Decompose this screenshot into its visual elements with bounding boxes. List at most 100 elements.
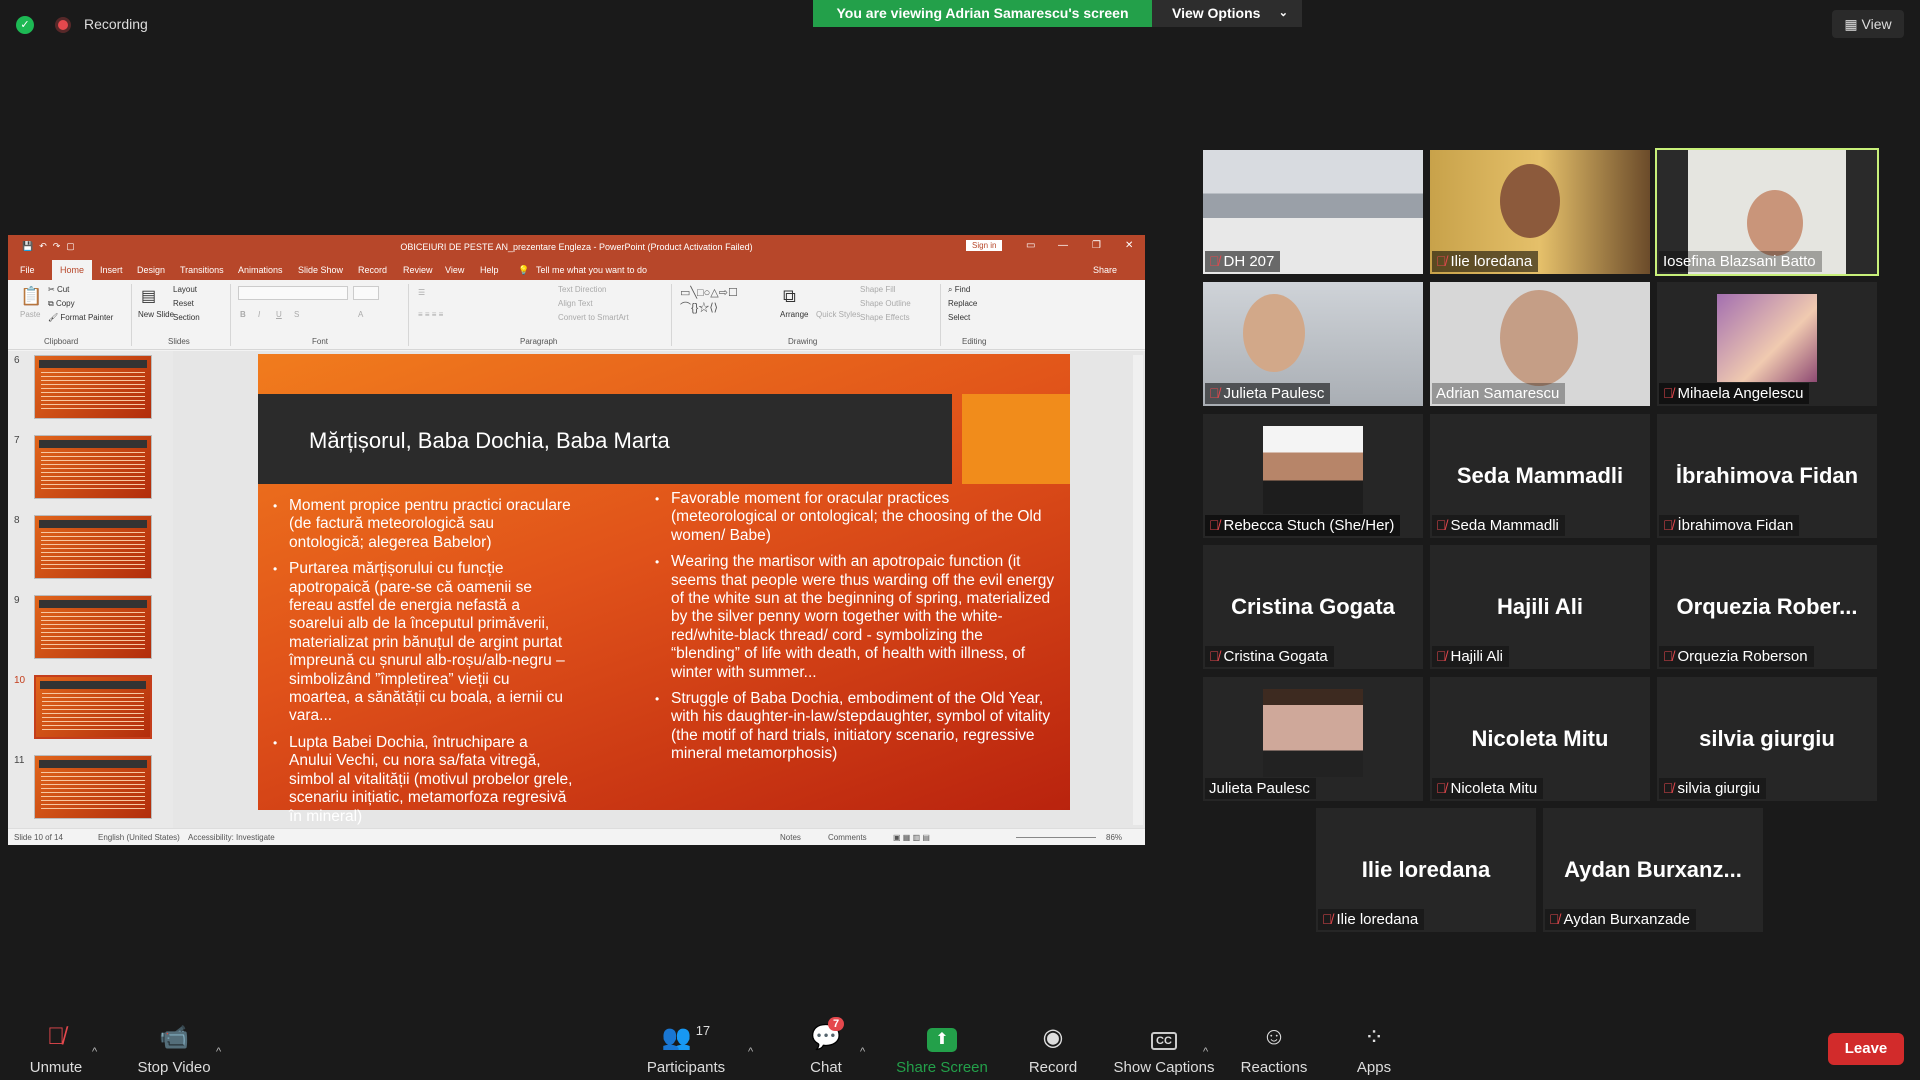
shapes-gallery[interactable]: ▭╲□○△⇨☐ ⌒{}☆⟨⟩: [680, 286, 738, 315]
arrange-button[interactable]: Arrange: [780, 310, 808, 319]
ribbon-display-icon[interactable]: ▭: [1026, 240, 1035, 251]
shape-outline-button[interactable]: Shape Outline: [860, 299, 911, 308]
chat-button[interactable]: 💬 7 Chat: [806, 1017, 846, 1076]
participant-tile-active-speaker[interactable]: Iosefina Blazsani Batto: [1655, 148, 1879, 276]
arrange-icon[interactable]: ⧉: [783, 286, 796, 307]
tab-view[interactable]: View: [445, 265, 464, 275]
underline-icon[interactable]: U: [276, 310, 282, 319]
slide-thumbnail[interactable]: [34, 355, 152, 419]
tab-help[interactable]: Help: [480, 265, 499, 275]
zoom-slider[interactable]: [1016, 837, 1096, 838]
italic-icon[interactable]: I: [258, 310, 260, 319]
shape-effects-button[interactable]: Shape Effects: [860, 313, 910, 322]
slides-group-label: Slides: [168, 337, 190, 346]
font-size-select[interactable]: [353, 286, 379, 300]
participant-tile[interactable]: 🎙̸ DH 207: [1203, 150, 1423, 274]
participant-tile[interactable]: Julieta Paulesc: [1203, 677, 1423, 801]
slide-thumbnail[interactable]: [34, 595, 152, 659]
shape-fill-button[interactable]: Shape Fill: [860, 285, 896, 294]
participant-tile[interactable]: 🎙̸ Julieta Paulesc: [1203, 282, 1423, 406]
sign-in-button[interactable]: Sign in: [966, 240, 1003, 251]
comments-button[interactable]: Comments: [828, 833, 867, 842]
section-button[interactable]: Section: [173, 313, 200, 322]
share-button[interactable]: Share: [1093, 265, 1117, 275]
participant-tile[interactable]: Orquezia Rober... 🎙̸ Orquezia Roberson: [1657, 545, 1877, 669]
align-icon[interactable]: ≡ ≡ ≡ ≡: [418, 310, 443, 319]
font-group-label: Font: [312, 337, 329, 346]
restore-icon[interactable]: ❐: [1092, 240, 1101, 251]
chevron-up-icon: ^: [216, 1046, 222, 1058]
view-options-button[interactable]: View Options ⌄: [1152, 0, 1302, 27]
record-button[interactable]: ◉ Record: [1027, 1023, 1079, 1076]
bold-icon[interactable]: B: [240, 310, 246, 319]
zoom-level[interactable]: 86%: [1106, 833, 1122, 842]
participant-tile[interactable]: 🎙̸ Ilie loredana: [1430, 150, 1650, 274]
convert-smartart-button[interactable]: Convert to SmartArt: [558, 313, 629, 322]
participant-tile[interactable]: Hajili Ali 🎙̸ Hajili Ali: [1430, 545, 1650, 669]
find-button[interactable]: ⌕ Find: [948, 285, 970, 295]
participant-tile[interactable]: 🎙̸ Rebecca Stuch (She/Her): [1203, 414, 1423, 538]
format-painter-button[interactable]: 🖌 Format Painter: [48, 313, 113, 322]
participant-tile[interactable]: Seda Mammadli 🎙̸ Seda Mammadli: [1430, 414, 1650, 538]
participant-tile[interactable]: Cristina Gogata 🎙̸ Cristina Gogata: [1203, 545, 1423, 669]
participant-tile[interactable]: silvia giurgiu 🎙̸ silvia giurgiu: [1657, 677, 1877, 801]
cut-button[interactable]: ✂ Cut: [48, 285, 69, 294]
close-icon[interactable]: ✕: [1125, 240, 1133, 251]
paste-icon[interactable]: 📋: [20, 286, 42, 307]
select-button[interactable]: Select: [948, 313, 970, 322]
participant-tile[interactable]: Adrian Samarescu: [1430, 282, 1650, 406]
bullets-icon[interactable]: ☰: [418, 288, 425, 297]
layout-button[interactable]: Layout: [173, 285, 197, 294]
tab-file[interactable]: File: [20, 265, 35, 275]
security-shield-icon[interactable]: ✓: [16, 16, 34, 34]
slide-thumbnail-selected[interactable]: [34, 675, 152, 739]
participant-tile[interactable]: 🎙̸ Mihaela Angelescu: [1657, 282, 1877, 406]
accessibility-status[interactable]: Accessibility: Investigate: [188, 833, 275, 842]
paste-button[interactable]: Paste: [20, 310, 40, 319]
apps-button[interactable]: ⁘ Apps: [1354, 1023, 1394, 1076]
participant-tile[interactable]: Aydan Burxanz... 🎙̸ Aydan Burxanzade: [1543, 808, 1763, 932]
shadow-icon[interactable]: S: [294, 310, 299, 319]
tab-slide-show[interactable]: Slide Show: [298, 265, 343, 275]
slide-bullet: Wearing the martisor with an apotropaic …: [655, 553, 1055, 682]
new-slide-icon[interactable]: ▤: [141, 286, 156, 306]
new-slide-button[interactable]: New Slide: [138, 310, 174, 319]
participant-tile[interactable]: Ilie loredana 🎙̸ Ilie loredana: [1316, 808, 1536, 932]
leave-button[interactable]: Leave: [1828, 1033, 1904, 1065]
copy-button[interactable]: ⧉ Copy: [48, 299, 75, 309]
quick-styles-button[interactable]: Quick Styles: [816, 310, 860, 319]
reactions-button[interactable]: ☺ Reactions: [1239, 1023, 1309, 1076]
tab-review[interactable]: Review: [403, 265, 433, 275]
language-indicator[interactable]: English (United States): [98, 833, 180, 842]
find-label: Find: [954, 285, 971, 294]
minimize-icon[interactable]: —: [1058, 240, 1068, 251]
unmute-button[interactable]: 🎙̸ Unmute: [26, 1023, 86, 1076]
align-text-button[interactable]: Align Text: [558, 299, 593, 308]
tab-home[interactable]: Home: [52, 260, 93, 280]
tab-record[interactable]: Record: [358, 265, 387, 275]
show-captions-button[interactable]: CC Show Captions: [1112, 1023, 1216, 1076]
participant-tile[interactable]: Nicoleta Mitu 🎙̸ Nicoleta Mitu: [1430, 677, 1650, 801]
stop-video-label: Stop Video: [137, 1059, 211, 1076]
participants-button[interactable]: 👥 17 Participants: [644, 1023, 728, 1076]
slide-thumbnail[interactable]: [34, 515, 152, 579]
stop-video-button[interactable]: 📹 Stop Video: [134, 1023, 214, 1076]
tell-me-search[interactable]: Tell me what you want to do: [536, 265, 647, 275]
tab-animations[interactable]: Animations: [238, 265, 283, 275]
slide-thumbnail[interactable]: [34, 755, 152, 819]
participant-tile[interactable]: İbrahimova Fidan 🎙̸ İbrahimova Fidan: [1657, 414, 1877, 538]
share-screen-button[interactable]: ⬆ Share Screen: [896, 1023, 988, 1076]
text-direction-button[interactable]: Text Direction: [558, 285, 606, 294]
notes-button[interactable]: Notes: [780, 833, 801, 842]
font-color-icon[interactable]: A: [358, 310, 363, 319]
tab-insert[interactable]: Insert: [100, 265, 123, 275]
font-name-select[interactable]: [238, 286, 348, 300]
editor-scrollbar[interactable]: [1133, 355, 1143, 825]
slide-thumbnail[interactable]: [34, 435, 152, 499]
view-layout-button[interactable]: ▦ View: [1832, 10, 1904, 38]
replace-button[interactable]: Replace: [948, 299, 977, 308]
tab-transitions[interactable]: Transitions: [180, 265, 224, 275]
tab-design[interactable]: Design: [137, 265, 165, 275]
view-mode-icons[interactable]: ▣ ▦ ▥ ▤: [893, 833, 930, 842]
reset-button[interactable]: Reset: [173, 299, 194, 308]
